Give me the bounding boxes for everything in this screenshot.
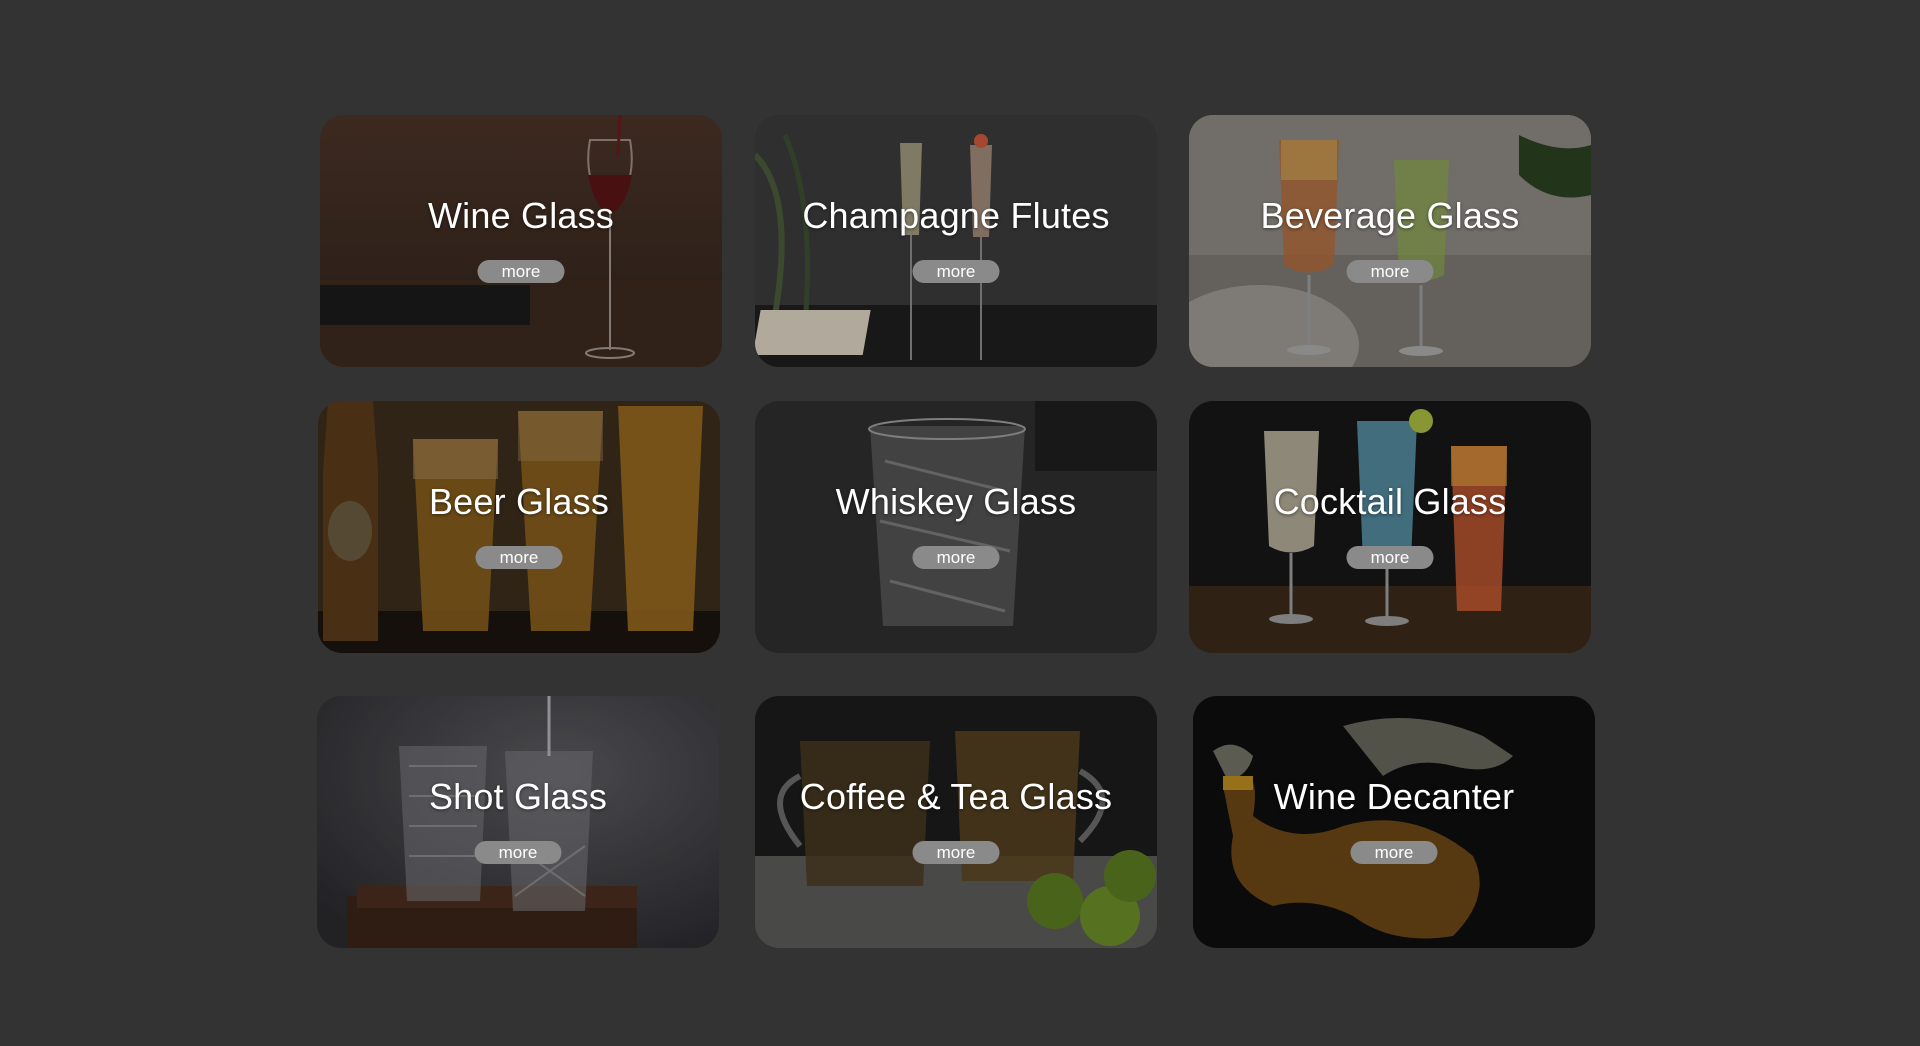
category-card-beer-glass[interactable]: Beer Glass more [318,401,720,653]
category-card-whiskey-glass[interactable]: Whiskey Glass more [755,401,1157,653]
card-title: Whiskey Glass [835,481,1077,522]
card-title: Beer Glass [428,481,610,522]
more-button[interactable]: more [912,260,1000,283]
more-button[interactable]: more [474,841,562,864]
category-card-coffee-tea-glass[interactable]: Coffee & Tea Glass more [755,696,1157,948]
card-overlay [755,696,1157,948]
card-overlay [317,696,719,948]
category-card-wine-glass[interactable]: Wine Glass more [320,115,722,367]
card-title: Wine Glass [427,195,615,236]
card-overlay [318,401,720,653]
more-button[interactable]: more [912,546,1000,569]
more-button[interactable]: more [475,546,563,569]
card-title: Shot Glass [428,776,608,817]
card-overlay [1193,696,1595,948]
card-title: Wine Decanter [1273,776,1515,817]
category-card-wine-decanter[interactable]: Wine Decanter more [1193,696,1595,948]
card-overlay [755,115,1157,367]
card-overlay [755,401,1157,653]
category-card-champagne-flutes[interactable]: Champagne Flutes more [755,115,1157,367]
card-title: Champagne Flutes [802,195,1110,236]
more-button[interactable]: more [912,841,1000,864]
card-overlay [1189,401,1591,653]
card-title: Cocktail Glass [1273,481,1507,522]
more-button[interactable]: more [1346,546,1434,569]
category-card-cocktail-glass[interactable]: Cocktail Glass more [1189,401,1591,653]
card-title: Beverage Glass [1260,195,1520,236]
card-overlay [1189,115,1591,367]
category-card-shot-glass[interactable]: Shot Glass more [317,696,719,948]
category-card-beverage-glass[interactable]: Beverage Glass more [1189,115,1591,367]
more-button[interactable]: more [477,260,565,283]
more-button[interactable]: more [1350,841,1438,864]
card-title: Coffee & Tea Glass [799,776,1113,817]
category-grid-page: Wine Glass more Champagne Flutes more Be… [0,0,1920,1046]
more-button[interactable]: more [1346,260,1434,283]
card-overlay [320,115,722,367]
